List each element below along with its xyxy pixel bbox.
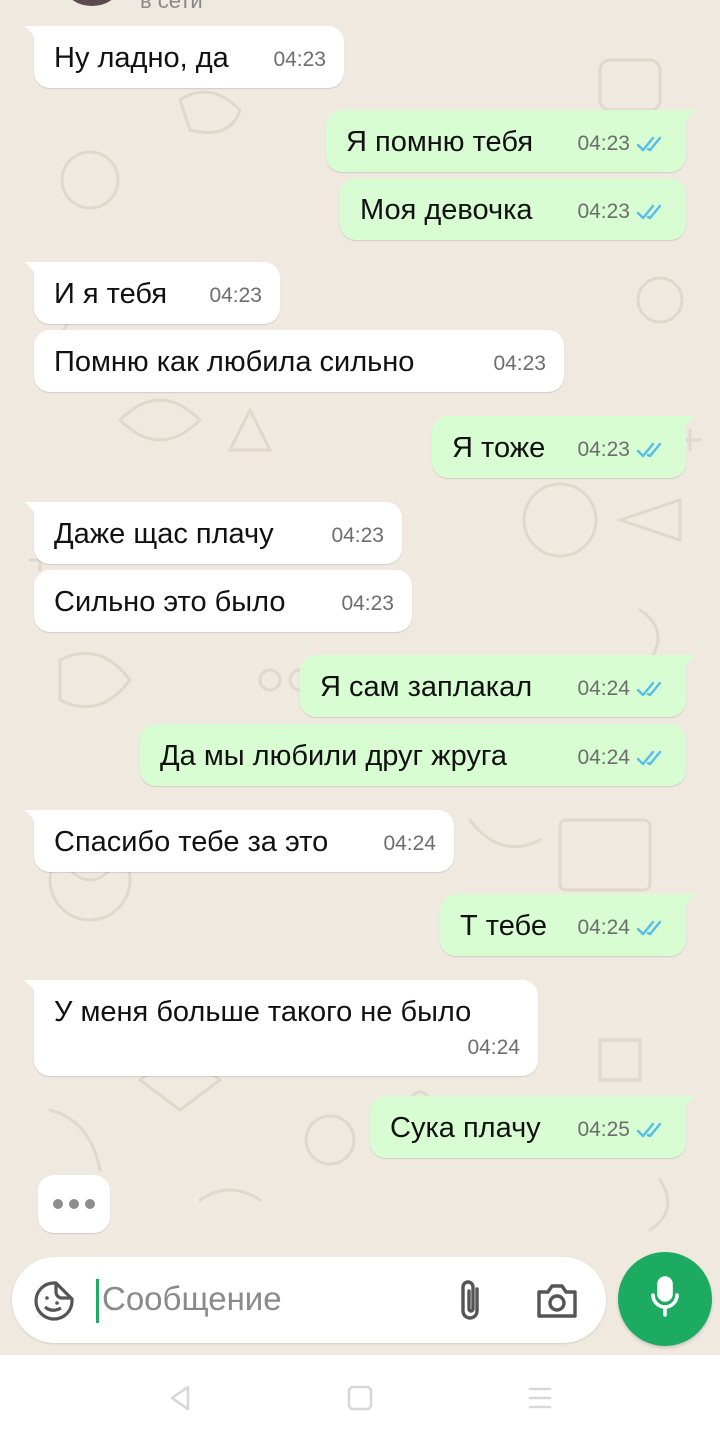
message-text: И я тебя bbox=[54, 278, 168, 310]
incoming-message[interactable]: Помню как любила сильно 04:23 bbox=[34, 330, 564, 392]
text-caret bbox=[96, 1279, 99, 1323]
message-meta: 04:23 bbox=[331, 518, 384, 554]
message-time: 04:24 bbox=[467, 1036, 520, 1059]
message-text: Т тебе bbox=[460, 910, 547, 942]
message-text: Я помню тебя bbox=[346, 126, 534, 158]
message-time: 04:23 bbox=[493, 352, 546, 375]
message-text: Спасибо тебе за это bbox=[54, 826, 329, 858]
typing-dot bbox=[53, 1199, 63, 1209]
message-meta: 04:24 bbox=[577, 671, 666, 707]
message-meta: 04:24 bbox=[467, 1030, 520, 1066]
message-text: Сука плачу bbox=[390, 1112, 541, 1144]
outgoing-message[interactable]: Я сам заплакал 04:24 bbox=[300, 655, 696, 717]
message-text: Моя девочка bbox=[360, 194, 533, 226]
message-time: 04:23 bbox=[209, 284, 262, 307]
outgoing-message[interactable]: Моя девочка 04:23 bbox=[340, 178, 686, 240]
message-time: 04:23 bbox=[577, 132, 630, 155]
outgoing-message[interactable]: Сука плачу 04:25 bbox=[370, 1096, 696, 1158]
typing-dot bbox=[69, 1199, 79, 1209]
square-home-icon[interactable] bbox=[346, 1383, 374, 1418]
message-text: Даже щас плачу bbox=[54, 518, 274, 550]
double-check-icon bbox=[636, 135, 666, 153]
message-time: 04:23 bbox=[577, 200, 630, 223]
message-time: 04:23 bbox=[331, 524, 384, 547]
message-meta: 04:23 bbox=[577, 432, 666, 468]
message-time: 04:24 bbox=[383, 832, 436, 855]
message-meta: 04:23 bbox=[493, 346, 546, 382]
incoming-message[interactable]: Спасибо тебе за это 04:24 bbox=[24, 810, 454, 872]
message-time: 04:23 bbox=[273, 48, 326, 71]
message-meta: 04:23 bbox=[209, 278, 262, 314]
message-text: У меня больше такого не было bbox=[54, 996, 472, 1028]
microphone-icon bbox=[648, 1275, 682, 1324]
system-nav-bar bbox=[0, 1355, 720, 1450]
message-time: 04:24 bbox=[577, 916, 630, 939]
message-meta: 04:24 bbox=[577, 740, 666, 776]
message-meta: 04:23 bbox=[577, 194, 666, 230]
message-text: Я сам заплакал bbox=[320, 671, 533, 703]
outgoing-message[interactable]: Я тоже 04:23 bbox=[432, 416, 696, 478]
message-input[interactable]: Сообщение bbox=[102, 1277, 282, 1321]
message-text: Да мы любили друг жруга bbox=[160, 740, 507, 772]
outgoing-message[interactable]: Да мы любили друг жруга 04:24 bbox=[140, 724, 686, 786]
incoming-message[interactable]: И я тебя 04:23 bbox=[24, 262, 280, 324]
outgoing-message[interactable]: Я помню тебя 04:23 bbox=[326, 110, 696, 172]
message-time: 04:23 bbox=[341, 592, 394, 615]
typing-indicator bbox=[38, 1175, 110, 1233]
typing-dot bbox=[85, 1199, 95, 1209]
avatar[interactable] bbox=[66, 0, 118, 6]
chat-header-partial: в сети bbox=[0, 0, 720, 24]
message-meta: 04:23 bbox=[273, 42, 326, 78]
message-text: Ну ладно, да bbox=[54, 42, 229, 74]
sticker-smiley-icon[interactable] bbox=[32, 1279, 76, 1323]
message-time: 04:23 bbox=[577, 438, 630, 461]
message-meta: 04:24 bbox=[577, 910, 666, 946]
contact-status: в сети bbox=[140, 0, 203, 13]
double-check-icon bbox=[636, 1121, 666, 1139]
double-check-icon bbox=[636, 441, 666, 459]
triangle-back-icon[interactable] bbox=[166, 1383, 194, 1418]
double-check-icon bbox=[636, 680, 666, 698]
menu-lines-icon[interactable] bbox=[526, 1383, 554, 1418]
incoming-message[interactable]: Даже щас плачу 04:23 bbox=[24, 502, 402, 564]
double-check-icon bbox=[636, 919, 666, 937]
double-check-icon bbox=[636, 203, 666, 221]
incoming-message[interactable]: Ну ладно, да 04:23 bbox=[24, 26, 344, 88]
message-text: Сильно это было bbox=[54, 586, 286, 618]
microphone-button[interactable] bbox=[618, 1252, 712, 1346]
camera-icon[interactable] bbox=[534, 1279, 580, 1323]
message-meta: 04:23 bbox=[341, 586, 394, 622]
message-composer: Сообщение bbox=[12, 1257, 606, 1343]
message-meta: 04:25 bbox=[577, 1112, 666, 1148]
message-text: Я тоже bbox=[452, 432, 546, 464]
message-time: 04:25 bbox=[577, 1118, 630, 1141]
message-time: 04:24 bbox=[577, 746, 630, 769]
incoming-message[interactable]: Сильно это было 04:23 bbox=[34, 570, 412, 632]
outgoing-message[interactable]: Т тебе 04:24 bbox=[440, 894, 696, 956]
incoming-message[interactable]: У меня больше такого не было 04:24 bbox=[24, 980, 538, 1076]
message-meta: 04:23 bbox=[577, 126, 666, 162]
paperclip-icon[interactable] bbox=[450, 1277, 490, 1325]
double-check-icon bbox=[636, 749, 666, 767]
message-text: Помню как любила сильно bbox=[54, 346, 415, 378]
message-meta: 04:24 bbox=[383, 826, 436, 862]
message-time: 04:24 bbox=[577, 677, 630, 700]
